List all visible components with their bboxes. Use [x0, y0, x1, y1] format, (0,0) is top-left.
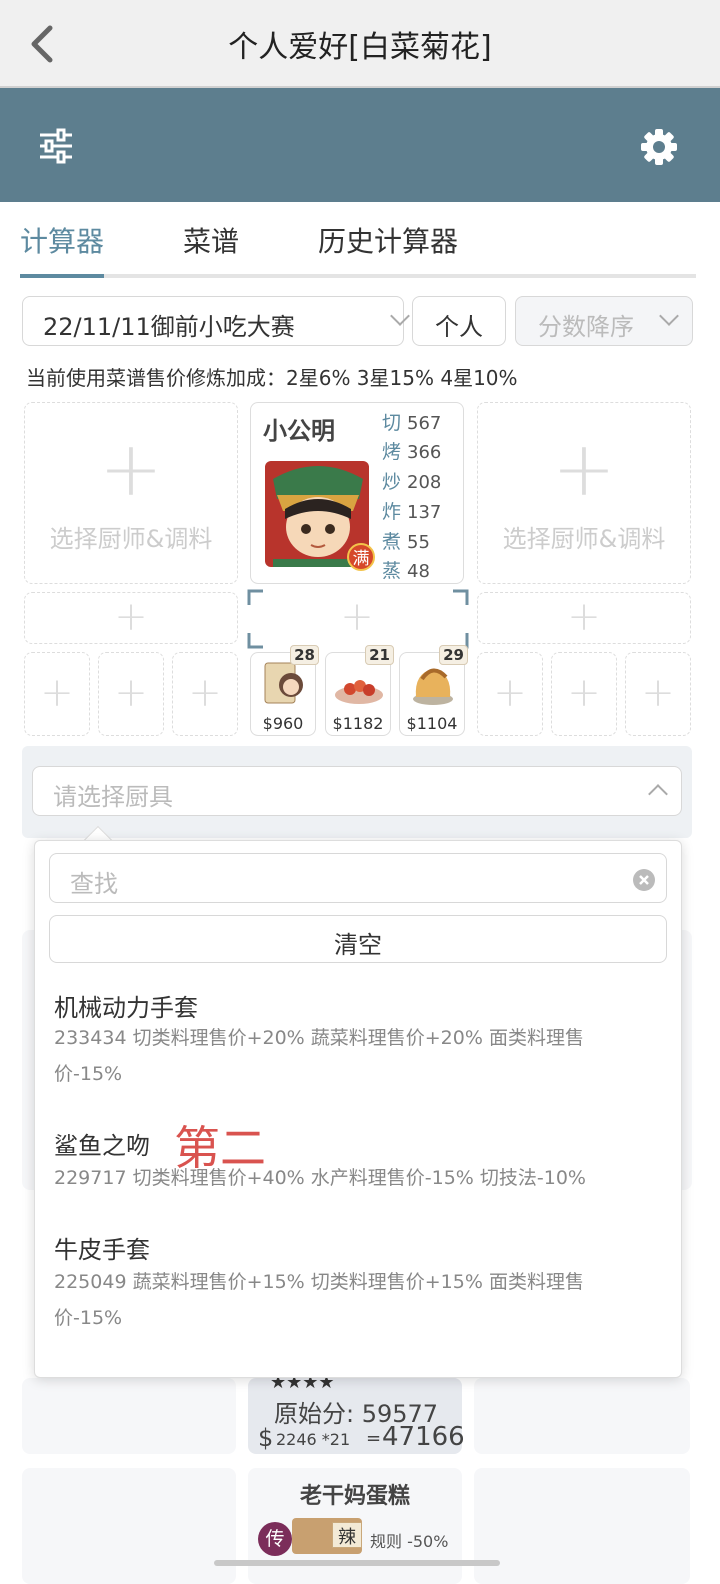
recipe-price: $960 — [262, 714, 304, 733]
mode-select[interactable]: 个人 — [412, 296, 506, 346]
dropdown-item-desc[interactable]: 225049 蔬菜料理售价+15% 切类料理售价+15% 面类料理售价-15% — [54, 1264, 634, 1336]
search-placeholder: 查找 — [70, 870, 118, 898]
equipment-slot[interactable]: + — [477, 592, 691, 644]
add-icon: + — [641, 670, 675, 716]
tab-calculator[interactable]: 计算器 — [20, 220, 104, 260]
sort-select[interactable]: 分数降序 — [515, 296, 693, 346]
event-select[interactable]: 22/11/11御前小吃大赛 — [22, 296, 410, 346]
bonus-note: 当前使用菜谱售价修炼加成：2星6% 3星15% 4星10% — [26, 366, 518, 390]
chef-stat-row: 炸 137 — [382, 501, 442, 523]
dropdown-item-name[interactable]: 牛皮手套 — [54, 1230, 150, 1265]
chef-avatar: 满 — [263, 459, 375, 571]
selection-brackets — [247, 589, 469, 649]
equipment-slot-selected[interactable]: + — [247, 589, 469, 649]
price-multiplier: 2246 *21 — [276, 1430, 351, 1449]
recipe-image-icon — [264, 662, 303, 704]
add-icon: + — [114, 670, 148, 716]
recipe-card[interactable]: 29 $1104 — [399, 645, 468, 736]
cooker-panel: 请选择厨具 — [22, 746, 692, 838]
legend-rarity-badge: 传 — [258, 1522, 292, 1556]
chef-stat-row: 烤 366 — [382, 441, 442, 463]
tab-active-indicator — [20, 274, 104, 278]
recipe-count: 29 — [439, 645, 468, 665]
chef-name: 小公明 — [263, 417, 335, 445]
dropdown-item-desc[interactable]: 229717 切类料理售价+40% 水产料理售价-15% 切技法-10% — [54, 1160, 634, 1196]
dish-rule: 规则 -50% — [370, 1532, 449, 1551]
recipe-card[interactable]: 21 $1182 — [325, 645, 394, 736]
dish-card-empty — [474, 1468, 690, 1584]
recipe-card[interactable]: 28 $960 — [250, 645, 319, 736]
result-card-empty — [474, 1378, 690, 1454]
home-indicator — [214, 1560, 500, 1566]
settings-gear-icon[interactable] — [640, 128, 678, 166]
result-card-empty — [22, 1378, 236, 1454]
recipe-slot[interactable]: + — [172, 652, 238, 736]
chef-stat-row: 炒 208 — [382, 471, 442, 493]
empty-slot-label: 选择厨师&调料 — [502, 525, 666, 553]
sort-select-value: 分数降序 — [538, 313, 634, 341]
add-icon: + — [552, 424, 616, 513]
dish-tag: 辣 — [332, 1522, 362, 1548]
dollar-icon: $ — [258, 1424, 274, 1452]
tab-recipes[interactable]: 菜谱 — [183, 220, 239, 260]
add-icon: + — [567, 594, 601, 640]
dish-card-empty — [22, 1468, 236, 1584]
chevron-down-icon — [659, 306, 679, 326]
cooker-select[interactable]: 请选择厨具 — [32, 766, 682, 816]
recipe-slot[interactable]: + — [24, 652, 90, 736]
total-score: 47166 — [382, 1422, 465, 1452]
add-icon: + — [99, 424, 163, 513]
add-icon: + — [493, 670, 527, 716]
event-select-value: 22/11/11御前小吃大赛 — [43, 313, 295, 341]
recipe-price: $1182 — [332, 714, 384, 733]
chef-stat-row: 蒸 48 — [382, 560, 430, 582]
recipe-slot[interactable]: + — [477, 652, 543, 736]
tab-bar: 计算器 菜谱 历史计算器 — [20, 210, 696, 278]
result-card[interactable]: ★★★★ 原始分: 59577 $ 2246 *21 = 47166 — [248, 1372, 465, 1454]
recipe-image-icon — [335, 680, 383, 704]
equals-sign: = — [366, 1428, 382, 1449]
recipe-count: 21 — [365, 645, 394, 665]
chevron-up-icon — [648, 784, 668, 804]
search-input[interactable]: 查找 — [49, 853, 667, 903]
mode-select-value: 个人 — [435, 313, 483, 341]
top-app-bar: 个人爱好[白菜菊花] — [0, 0, 720, 88]
empty-slot-label: 选择厨师&调料 — [49, 525, 213, 553]
tab-history-calculator[interactable]: 历史计算器 — [318, 220, 458, 260]
chevron-down-icon — [390, 306, 410, 326]
empty-chef-slot-right[interactable]: + 选择厨师&调料 — [477, 402, 691, 584]
clear-x-icon[interactable] — [632, 868, 656, 892]
toolbar — [0, 88, 720, 202]
chef-stat-row: 煮 55 — [382, 531, 430, 553]
add-icon: + — [567, 670, 601, 716]
recipe-slot[interactable]: + — [98, 652, 164, 736]
recipe-price: $1104 — [406, 714, 458, 733]
add-icon: + — [188, 670, 222, 716]
dropdown-item-name[interactable]: 鲨鱼之吻 — [54, 1126, 150, 1161]
add-icon: + — [40, 670, 74, 716]
clear-button-label: 清空 — [334, 931, 382, 959]
dish-card[interactable]: 老干妈蛋糕 传 辣 规则 -50% — [248, 1468, 462, 1584]
recipe-slot[interactable]: + — [625, 652, 691, 736]
dish-name: 老干妈蛋糕 — [299, 1484, 410, 1509]
clear-button[interactable]: 清空 — [49, 915, 667, 963]
cooker-select-placeholder: 请选择厨具 — [53, 783, 173, 811]
dropdown-item-name[interactable]: 机械动力手套 — [54, 988, 198, 1023]
chef-max-badge: 满 — [347, 543, 375, 571]
recipe-slot[interactable]: + — [551, 652, 617, 736]
filter-sliders-icon[interactable] — [36, 128, 76, 164]
recipe-count: 28 — [290, 645, 319, 665]
empty-chef-slot-left[interactable]: + 选择厨师&调料 — [24, 402, 238, 584]
page-title: 个人爱好[白菜菊花] — [228, 30, 492, 65]
dropdown-item-desc[interactable]: 233434 切类料理售价+20% 蔬菜料理售价+20% 面类料理售价-15% — [54, 1020, 634, 1092]
recipe-image-icon — [413, 668, 453, 705]
equipment-slot[interactable]: + — [24, 592, 238, 644]
add-icon: + — [114, 594, 148, 640]
chef-stat-row: 切 567 — [382, 412, 442, 434]
